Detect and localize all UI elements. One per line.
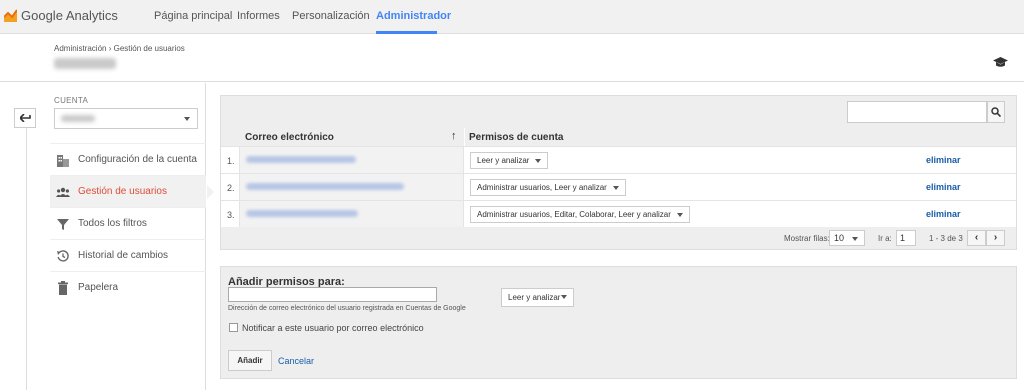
- next-page-button[interactable]: ›: [986, 230, 1005, 246]
- breadcrumb-root[interactable]: Administración: [54, 44, 106, 53]
- email-field[interactable]: [228, 287, 437, 302]
- sidebar-item-account-settings[interactable]: Configuración de la cuenta: [50, 143, 206, 175]
- email-redacted: [246, 183, 404, 190]
- sidebar-item-label: Gestión de usuarios: [78, 186, 167, 197]
- search-icon: [991, 107, 1001, 117]
- breadcrumb-separator: ›: [108, 44, 112, 53]
- notify-label[interactable]: Notificar a este usuario por correo elec…: [242, 323, 424, 333]
- nav-home[interactable]: Página principal: [154, 10, 232, 22]
- graduation-cap-icon[interactable]: [993, 57, 1008, 68]
- rows-per-page-value: 10: [834, 233, 845, 243]
- search-input[interactable]: [847, 101, 987, 123]
- users-icon: [56, 187, 70, 197]
- add-permission-value: Leer y analizar: [508, 293, 561, 302]
- notify-checkbox[interactable]: [229, 323, 238, 332]
- rows-per-page-select[interactable]: 10: [829, 230, 865, 246]
- app-name: Google Analytics: [21, 8, 118, 23]
- row-number: 2.: [227, 183, 235, 193]
- goto-label: Ir a:: [878, 234, 892, 243]
- delete-link[interactable]: eliminar: [926, 155, 961, 165]
- sidebar-item-history[interactable]: Historial de cambios: [50, 239, 206, 271]
- row-number: 3.: [227, 210, 235, 220]
- delete-link[interactable]: eliminar: [926, 182, 961, 192]
- nav-admin[interactable]: Administrador: [376, 10, 451, 22]
- permission-dropdown[interactable]: Administrar usuarios, Editar, Colaborar,…: [470, 206, 690, 223]
- column-separator: [464, 128, 465, 146]
- column-permissions[interactable]: Permisos de cuenta: [469, 132, 563, 143]
- permission-dropdown[interactable]: Administrar usuarios, Leer y analizar: [470, 179, 626, 196]
- trash-icon: [58, 281, 68, 295]
- permission-value: Administrar usuarios, Editar, Colaborar,…: [477, 210, 671, 219]
- permission-value: Leer y analizar: [477, 156, 530, 165]
- email-redacted: [246, 210, 358, 217]
- chevron-down-icon: [676, 213, 683, 217]
- goto-page-input[interactable]: 1: [896, 230, 916, 246]
- account-name-redacted: [54, 58, 116, 69]
- sidebar-item-label: Historial de cambios: [78, 250, 169, 261]
- arrow-left-icon: [19, 114, 31, 122]
- sidebar-item-filters[interactable]: Todos los filtros: [50, 207, 206, 239]
- column-email[interactable]: Correo electrónico: [245, 132, 334, 143]
- analytics-logo-icon: [4, 9, 17, 22]
- rows-per-page-label: Mostrar filas:: [784, 234, 830, 243]
- email-cell: [239, 201, 464, 227]
- page-count: 1 - 3 de 3: [929, 234, 963, 243]
- account-label: CUENTA: [54, 96, 89, 105]
- sidebar-item-trash[interactable]: Papelera: [50, 271, 206, 303]
- sidebar-item-label: Todos los filtros: [78, 218, 147, 229]
- chevron-down-icon: [535, 159, 542, 163]
- email-redacted: [246, 156, 356, 163]
- sidebar-item-user-management[interactable]: Gestión de usuarios: [50, 175, 214, 207]
- table-row: 2. Administrar usuarios, Leer y analizar…: [221, 173, 1016, 200]
- add-button[interactable]: Añadir: [228, 350, 272, 371]
- ga-logo[interactable]: Google Analytics: [4, 8, 118, 23]
- delete-link[interactable]: eliminar: [926, 209, 961, 219]
- chevron-down-icon: [612, 186, 619, 190]
- table-row: 1. Leer y analizar eliminar: [221, 146, 1016, 173]
- table-row: 3. Administrar usuarios, Editar, Colabor…: [221, 200, 1016, 227]
- sidebar-item-label: Papelera: [78, 282, 119, 293]
- add-permission-dropdown[interactable]: Leer y analizar: [501, 288, 574, 307]
- nav-active-indicator: [376, 31, 437, 34]
- breadcrumb: Administración › Gestión de usuarios: [54, 44, 185, 53]
- chevron-down-icon: [561, 295, 567, 299]
- arrow-up-icon[interactable]: ↑: [451, 130, 457, 142]
- table-pager: Mostrar filas: 10 Ir a: 1 1 - 3 de 3 ‹ ›: [221, 228, 1016, 248]
- chevron-down-icon: [852, 237, 858, 241]
- sidebar-item-label: Configuración de la cuenta: [78, 154, 197, 165]
- breadcrumb-current: Gestión de usuarios: [113, 44, 185, 53]
- building-icon: [57, 155, 69, 167]
- nav-customization[interactable]: Personalización: [292, 10, 370, 22]
- chevron-down-icon: [184, 117, 190, 121]
- prev-page-button[interactable]: ‹: [967, 230, 986, 246]
- page-header: [0, 35, 1024, 82]
- back-button[interactable]: [14, 108, 36, 128]
- email-cell: [239, 174, 464, 200]
- account-selector[interactable]: [54, 108, 198, 129]
- nav-reports[interactable]: Informes: [237, 10, 280, 22]
- filter-icon: [57, 219, 69, 230]
- row-number: 1.: [227, 156, 235, 166]
- history-icon: [57, 250, 69, 262]
- sidebar-rail: [26, 128, 27, 390]
- account-selector-redacted: [61, 115, 95, 122]
- permission-value: Administrar usuarios, Leer y analizar: [477, 183, 607, 192]
- search-button[interactable]: [987, 101, 1005, 123]
- cancel-link[interactable]: Cancelar: [278, 356, 314, 366]
- email-help-text: Dirección de correo electrónico del usua…: [228, 305, 466, 312]
- email-cell: [239, 147, 464, 173]
- table-header: Correo electrónico ↑ Permisos de cuenta: [221, 128, 1016, 146]
- permission-dropdown[interactable]: Leer y analizar: [470, 152, 549, 169]
